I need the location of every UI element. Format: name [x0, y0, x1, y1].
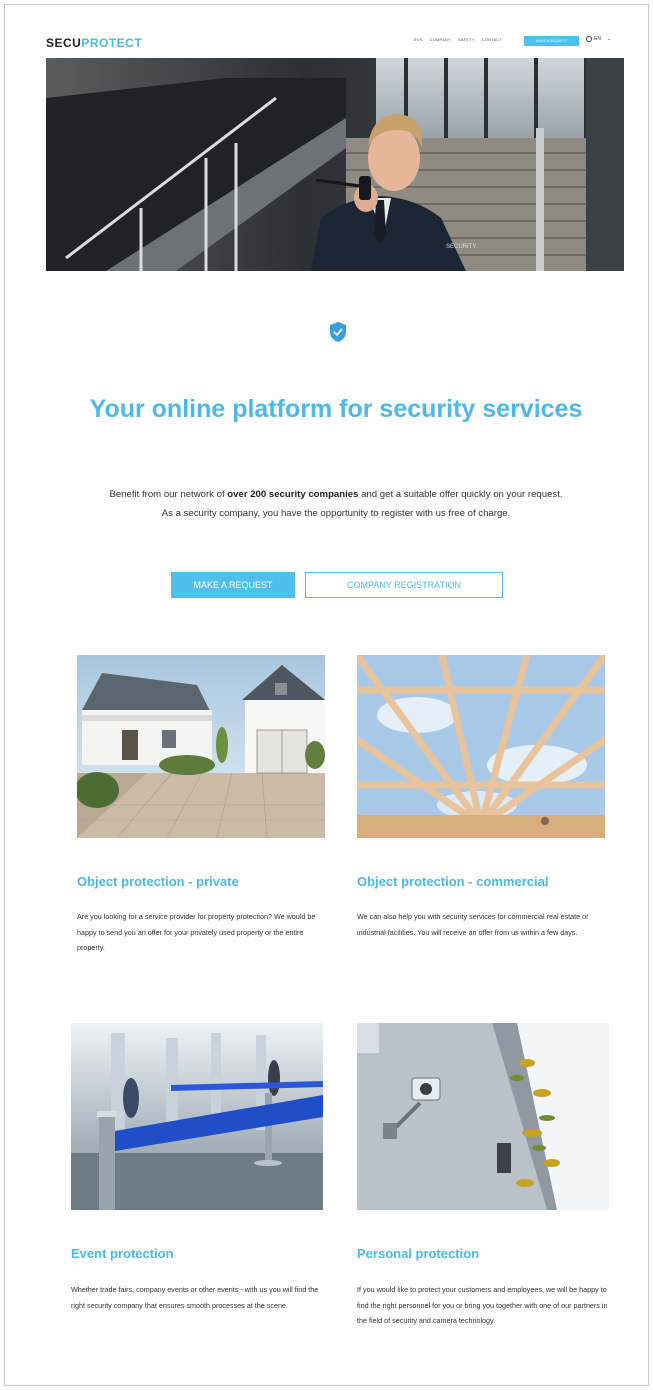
language-selector[interactable]: EN ⌄ [586, 36, 611, 42]
logo-part-protect: PROTECT [81, 36, 143, 50]
house-photo-illustration [77, 655, 325, 838]
top-nav: EVS COMPANY SAFETY CONTACT [414, 37, 502, 42]
service-title-private[interactable]: Object protection - private [77, 874, 239, 889]
chevron-down-icon: ⌄ [606, 36, 612, 42]
logo-part-secu: SECU [46, 36, 82, 50]
shield-check-icon [330, 322, 346, 342]
page-title: Your online platform for security servic… [89, 395, 583, 423]
service-image-commercial [357, 655, 605, 838]
make-request-button[interactable]: MAKE A REQUEST [171, 572, 295, 598]
logo[interactable]: SECUPROTECT [46, 36, 142, 50]
intro-text: Benefit from our network of over 200 sec… [104, 485, 568, 523]
intro-text-bold: over 200 security companies [227, 489, 359, 500]
service-title-commercial[interactable]: Object protection - commercial [357, 874, 548, 889]
roof-structure-illustration [357, 655, 605, 838]
service-text-private: Are you looking for a service provider f… [77, 912, 316, 952]
hero-image: SECURITY [46, 58, 624, 271]
nav-link-contact[interactable]: CONTACT [482, 37, 502, 42]
company-registration-button[interactable]: COMPANY REGISTRATION [305, 572, 503, 598]
security-camera-illustration [357, 1023, 609, 1210]
globe-icon [586, 36, 592, 42]
event-barrier-illustration [71, 1023, 323, 1210]
header-request-button[interactable]: MAKE A REQUEST [524, 36, 579, 46]
service-text-commercial: We can also help you with security servi… [357, 912, 589, 937]
hero-security-guard-illustration: SECURITY [46, 58, 624, 271]
nav-link-company[interactable]: COMPANY [430, 37, 451, 42]
service-title-event[interactable]: Event protection [71, 1246, 174, 1261]
language-label: EN [594, 36, 601, 42]
intro-text-part1: Benefit from our network of [109, 489, 228, 500]
service-text-event: Whether trade fairs, company events or o… [71, 1285, 319, 1310]
service-text-personal: If you would like to protect your custom… [357, 1285, 608, 1325]
service-image-personal [357, 1023, 609, 1210]
service-title-personal[interactable]: Personal protection [357, 1246, 479, 1261]
nav-link-evs[interactable]: EVS [414, 37, 423, 42]
service-image-private [77, 655, 325, 838]
hero-badge-text: SECURITY [446, 244, 476, 250]
service-image-event [71, 1023, 323, 1210]
nav-link-safety[interactable]: SAFETY [458, 37, 475, 42]
